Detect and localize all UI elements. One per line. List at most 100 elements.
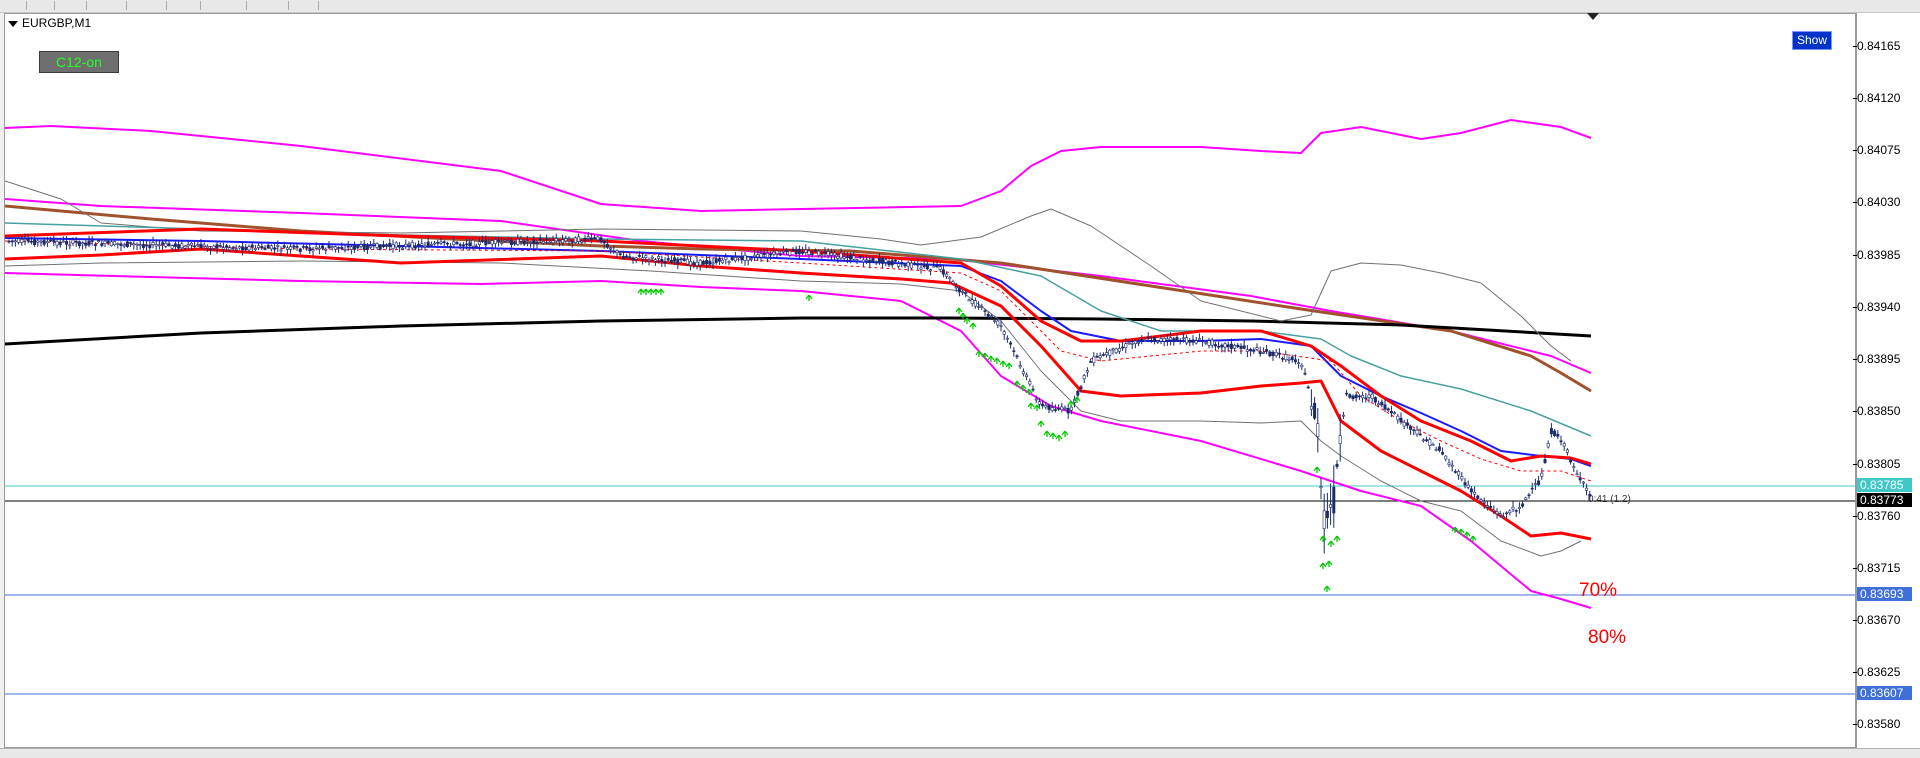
candle-body xyxy=(1364,397,1368,400)
candle-body xyxy=(1140,338,1144,341)
candle-body xyxy=(861,259,865,263)
candle-body xyxy=(410,242,414,249)
candle-body xyxy=(1495,511,1499,515)
candle-body xyxy=(1117,348,1121,352)
toolbar-tab[interactable] xyxy=(184,1,201,10)
moving-average-brown xyxy=(5,204,1592,393)
candle-body xyxy=(1210,339,1214,346)
candle-body xyxy=(525,240,529,243)
c12-toggle-button[interactable]: C12-on xyxy=(39,51,119,73)
candle-body xyxy=(577,236,581,242)
toolbar-tab[interactable] xyxy=(148,1,167,10)
candle-body xyxy=(1466,484,1470,488)
toolbar-strip xyxy=(0,0,1920,13)
candle-body xyxy=(999,325,1003,327)
candle-body xyxy=(749,258,753,260)
candle-body xyxy=(1175,337,1179,341)
candle-body xyxy=(753,254,757,257)
candle-body xyxy=(164,242,168,247)
candle-body xyxy=(1335,463,1339,467)
candle-body xyxy=(1290,356,1294,361)
candle-body xyxy=(324,249,328,251)
candle-body xyxy=(567,239,571,241)
candle-body xyxy=(1540,472,1544,477)
candle-body xyxy=(1005,337,1009,340)
candle-body xyxy=(897,263,901,267)
candle-body xyxy=(1101,354,1105,356)
candle-body xyxy=(1396,415,1400,421)
candle-body xyxy=(231,247,235,249)
candle-body xyxy=(260,246,264,249)
price-tick: 0.83670 xyxy=(1852,613,1901,627)
candle-body xyxy=(205,246,209,249)
toolbar-tab[interactable] xyxy=(14,1,27,10)
candle-body xyxy=(1194,340,1198,344)
candle-body xyxy=(193,245,197,248)
candle-body xyxy=(113,241,117,246)
candle-body xyxy=(724,256,728,260)
show-button[interactable]: Show xyxy=(1792,31,1832,50)
candle-body xyxy=(644,255,648,259)
moving-average-black xyxy=(5,316,1592,346)
candle-body xyxy=(1501,516,1505,518)
chart-canvas[interactable] xyxy=(4,13,1856,748)
candle-body xyxy=(845,256,849,259)
candle-body xyxy=(359,244,363,247)
toolbar-tab[interactable] xyxy=(220,1,247,10)
candle-body xyxy=(212,245,216,249)
chart-shift-marker-icon[interactable] xyxy=(1587,13,1599,20)
candle-body xyxy=(1293,359,1297,363)
price-tick: 0.83895 xyxy=(1852,352,1901,366)
candle-body xyxy=(1556,433,1560,437)
candle-body xyxy=(173,243,177,247)
candle-body xyxy=(1172,338,1176,343)
candle-body xyxy=(490,240,494,245)
candle-body xyxy=(500,242,504,244)
candle-body xyxy=(42,240,46,245)
candle-body xyxy=(148,244,152,249)
price-plot[interactable] xyxy=(5,14,1856,748)
candle-body xyxy=(1511,506,1515,510)
candle-body xyxy=(1114,348,1118,354)
candle-body xyxy=(1508,510,1512,514)
candle-body xyxy=(609,247,613,250)
candle-body xyxy=(1409,425,1413,430)
toolbar-tab[interactable] xyxy=(302,1,319,10)
candle-body xyxy=(1239,345,1243,349)
green-up-arrow-icon xyxy=(1005,362,1013,369)
symbol-title[interactable]: EURGBP,M1 xyxy=(8,16,91,30)
price-axis[interactable] xyxy=(1857,13,1920,748)
candle-body xyxy=(289,246,293,250)
candle-body xyxy=(45,241,49,244)
candle-body xyxy=(1341,414,1345,417)
toolbar-tab[interactable] xyxy=(262,1,289,10)
price-tick: 0.84120 xyxy=(1852,91,1901,105)
toolbar-tab[interactable] xyxy=(72,1,87,10)
triangle-down-icon[interactable] xyxy=(8,20,18,27)
candle-body xyxy=(657,256,661,259)
toolbar-tab[interactable] xyxy=(108,1,127,10)
green-up-arrow-icon xyxy=(1043,430,1051,437)
candle-body xyxy=(365,244,369,250)
candle-body xyxy=(1255,347,1259,350)
candle-body xyxy=(839,252,843,259)
candle-body xyxy=(983,310,987,312)
candle-body xyxy=(967,299,971,302)
candle-body xyxy=(327,245,331,249)
candle-body xyxy=(253,248,257,250)
candle-body xyxy=(993,320,997,322)
candle-body xyxy=(1370,393,1374,399)
toolbar-tab[interactable] xyxy=(40,1,55,10)
candle-body xyxy=(311,249,315,252)
candle-body xyxy=(1261,352,1265,354)
candle-body xyxy=(621,255,625,259)
candle-body xyxy=(487,242,491,244)
candle-body xyxy=(1268,351,1272,357)
candle-body xyxy=(493,239,497,244)
candle-body xyxy=(964,291,968,294)
candle-body xyxy=(305,246,309,249)
candle-body xyxy=(1044,405,1048,408)
candle-body xyxy=(29,240,33,243)
candle-body xyxy=(855,259,859,261)
candle-body xyxy=(801,252,805,254)
